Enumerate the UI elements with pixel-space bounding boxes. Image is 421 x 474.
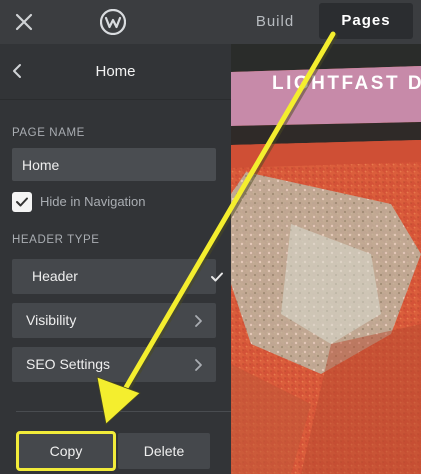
page-name-label: PAGE NAME — [12, 127, 85, 139]
header-option-label: Header — [32, 268, 78, 284]
tab-pages[interactable]: Pages — [319, 3, 413, 39]
seo-settings-option[interactable]: SEO Settings — [12, 347, 216, 382]
hide-in-navigation-checkbox[interactable] — [12, 192, 32, 212]
divider — [16, 411, 231, 412]
close-icon[interactable] — [12, 10, 36, 34]
site-preview-canvas: LIGHTFAST D — [231, 44, 421, 474]
visibility-option[interactable]: Visibility — [12, 303, 216, 338]
chevron-right-icon — [195, 315, 202, 327]
tab-build[interactable]: Build — [232, 0, 318, 44]
top-bar: Build Pages — [0, 0, 421, 44]
chevron-left-icon[interactable] — [10, 62, 24, 80]
page-name-input[interactable] — [12, 148, 216, 181]
header-type-label: HEADER TYPE — [12, 234, 100, 246]
hero-heading: LIGHTFAST D — [272, 73, 421, 94]
delete-button[interactable]: Delete — [118, 433, 210, 469]
copy-button[interactable]: Copy — [16, 431, 116, 471]
page-settings-sidebar: Home PAGE NAME Hide in Navigation HEADER… — [0, 44, 231, 474]
header-option[interactable]: Header — [12, 259, 223, 294]
visibility-label: Visibility — [26, 312, 77, 328]
hero-background-image — [231, 44, 421, 474]
selected-check-icon — [211, 272, 223, 282]
seo-settings-label: SEO Settings — [26, 356, 111, 372]
weebly-logo-icon[interactable] — [99, 8, 127, 36]
hide-in-navigation-label: Hide in Navigation — [40, 194, 146, 209]
checkmark-icon — [16, 197, 28, 207]
page-title: Home — [95, 63, 136, 80]
chevron-right-icon — [195, 359, 202, 371]
sidebar-header: Home — [0, 44, 231, 100]
